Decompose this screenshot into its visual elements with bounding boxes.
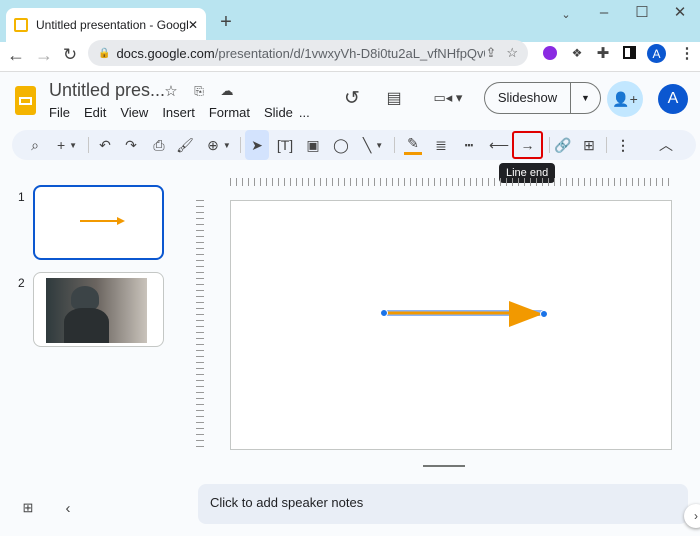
slide-thumbnail-2[interactable]	[33, 272, 164, 347]
grid-view-icon[interactable]: ⊞	[20, 500, 36, 516]
url-domain: docs.google.com	[116, 45, 215, 61]
slides-logo-icon[interactable]	[15, 86, 36, 115]
extension-icon[interactable]: ❖	[568, 44, 586, 62]
side-panel-icon[interactable]	[623, 46, 636, 59]
close-tab-icon[interactable]: ✕	[188, 18, 198, 32]
editing-toolbar: ⌕ + ▼ ↶ ↷ ⎙ 🖌 ⊕ ▼ ➤ [T] ▣ ◯ ╲ ▼ ✎ ≣ ┅ ⟵ → 🔗…	[12, 130, 696, 160]
vertical-ruler	[196, 200, 204, 450]
comments-icon[interactable]: ▤	[383, 86, 405, 110]
photo-image	[46, 278, 147, 343]
menu-format[interactable]: Format	[209, 105, 250, 120]
extensions-puzzle-icon[interactable]: ✚	[594, 44, 612, 62]
redo-icon[interactable]: ↷	[120, 130, 142, 160]
new-slide-icon[interactable]: + ▼	[52, 130, 82, 160]
slideshow-button[interactable]: Slideshow	[485, 83, 571, 113]
reload-icon[interactable]: ↻	[60, 42, 80, 68]
horizontal-ruler	[230, 178, 672, 186]
arrow-shape[interactable]	[231, 201, 673, 451]
image-icon[interactable]: ▣	[302, 130, 324, 160]
browser-tab[interactable]: Untitled presentation - Google Sl ✕	[6, 8, 206, 42]
slide-thumbnail-1[interactable]	[33, 185, 164, 260]
menu-slide[interactable]: Slide	[264, 105, 293, 120]
line-end-button[interactable]: →	[512, 131, 543, 159]
zoom-icon[interactable]: ⊕ ▼	[204, 130, 234, 160]
menu-insert[interactable]: Insert	[162, 105, 195, 120]
document-title[interactable]: Untitled pres...	[49, 80, 165, 101]
tab-title: Untitled presentation - Google Sl	[36, 18, 188, 32]
border-color-icon[interactable]: ✎	[402, 130, 424, 160]
share-icon[interactable]: ⇪	[485, 45, 496, 61]
back-icon[interactable]: ←	[6, 42, 26, 68]
shape-icon[interactable]: ◯	[330, 130, 352, 160]
arrow-line-thumbnail	[80, 220, 120, 222]
menu-more[interactable]: ...	[299, 105, 310, 120]
line-end-handle	[540, 310, 548, 318]
bookmark-star-icon[interactable]: ☆	[506, 45, 518, 61]
select-cursor-icon[interactable]: ➤	[245, 130, 269, 160]
slide-canvas[interactable]	[230, 200, 672, 450]
maximize-icon[interactable]: ☐	[632, 2, 652, 22]
speaker-notes-placeholder: Click to add speaker notes	[210, 495, 364, 510]
text-box-icon[interactable]: [T]	[274, 130, 296, 160]
border-weight-icon[interactable]: ≣	[430, 130, 452, 160]
slide-number: 2	[18, 276, 25, 290]
side-panel-toggle-icon[interactable]: ›	[684, 504, 700, 528]
menu-file[interactable]: File	[49, 105, 70, 120]
new-tab-icon[interactable]: +	[216, 11, 236, 33]
notes-resize-handle[interactable]	[423, 465, 465, 467]
account-avatar[interactable]: A	[658, 84, 688, 114]
slideshow-dropdown-icon[interactable]: ▼	[571, 93, 600, 103]
slideshow-button-group: Slideshow ▼	[484, 82, 601, 114]
tab-search-icon[interactable]: ⌄	[556, 4, 576, 24]
close-window-icon[interactable]: ✕	[670, 2, 690, 22]
search-menus-icon[interactable]: ⌕	[24, 130, 46, 160]
speaker-notes[interactable]: Click to add speaker notes	[198, 484, 688, 524]
share-button[interactable]: 👤+	[607, 81, 643, 117]
browser-menu-icon[interactable]: ⋮	[680, 44, 695, 62]
move-folder-icon[interactable]: ⎘	[191, 82, 207, 100]
collapse-toolbar-icon[interactable]: ︿	[655, 130, 677, 160]
slide-number: 1	[18, 190, 25, 204]
collapse-filmstrip-icon[interactable]: ‹	[60, 500, 76, 517]
url-path: /presentation/d/1vwxyVh-D8i0tu2aL_vfNHfp…	[214, 45, 486, 61]
star-icon[interactable]: ☆	[163, 82, 179, 100]
forward-icon[interactable]: →	[34, 42, 54, 68]
version-history-icon[interactable]: ↺	[341, 86, 363, 110]
line-start-icon[interactable]: ⟵	[488, 130, 510, 160]
cloud-saved-icon[interactable]: ☁	[218, 82, 236, 100]
menu-bar: File Edit View Insert Format Slide ...	[49, 105, 324, 120]
slides-favicon-icon	[14, 18, 28, 32]
meet-icon[interactable]: ▭◂ ▾	[430, 86, 466, 110]
address-bar[interactable]: 🔒 docs.google.com/presentation/d/1vwxyVh…	[88, 40, 528, 66]
border-dash-icon[interactable]: ┅	[458, 130, 480, 160]
line-icon[interactable]: ╲ ▼	[358, 130, 388, 160]
extension-play-icon[interactable]	[543, 46, 557, 60]
more-options-icon[interactable]: ⋮	[612, 130, 634, 160]
print-icon[interactable]: ⎙	[148, 130, 170, 160]
menu-edit[interactable]: Edit	[84, 105, 106, 120]
add-comment-icon[interactable]: ⊞	[578, 130, 600, 160]
paint-format-icon[interactable]: 🖌	[174, 130, 196, 160]
line-start-handle	[380, 309, 388, 317]
undo-icon[interactable]: ↶	[94, 130, 116, 160]
lock-icon: 🔒	[98, 47, 111, 59]
profile-avatar[interactable]: A	[647, 44, 666, 63]
insert-link-icon[interactable]: 🔗	[552, 130, 574, 160]
minimize-icon[interactable]: –	[594, 2, 614, 22]
menu-view[interactable]: View	[120, 105, 148, 120]
